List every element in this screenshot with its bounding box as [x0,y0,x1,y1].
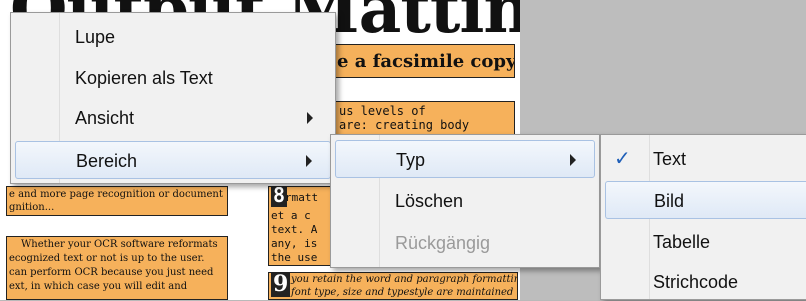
doc-text: text. A [271,223,318,236]
doc-text: us levels of [339,104,426,118]
highlight-region: e a facsimile copy of [330,44,515,78]
submenu-arrow-icon [570,154,576,166]
menu-item-label: Rückgängig [395,233,491,253]
doc-text: et a c [271,209,311,222]
doc-text: ecognized text or not is up to the user. [9,253,205,264]
menu-item-rueckgaengig[interactable]: Rückgängig [335,224,595,262]
doc-text: font type, size and typestyle are mainta… [291,287,514,298]
doc-text: rmatt [285,191,319,204]
menu-item-label: Ansicht [75,108,135,128]
submenu-arrow-icon [307,112,313,124]
menu-item-text[interactable]: ✓ Text [605,140,806,178]
submenu-arrow-icon [306,155,312,167]
menu-item-label: Kopieren als Text [75,68,213,88]
menu-item-bild[interactable]: Bild [605,181,806,219]
doc-text: the use [271,251,318,264]
submenu-typ: ✓ Text Bild Tabelle Strichcode [600,134,806,300]
menu-item-label: Bereich [76,151,138,171]
doc-text: e a facsimile copy of [337,51,515,72]
menu-item-label: Lupe [75,27,116,47]
menu-item-label: Typ [396,150,426,170]
doc-text: Whether your OCR software reformats [21,239,218,250]
menu-item-label: Löschen [395,191,464,211]
highlight-region: 9 you retain the word and paragraph form… [268,272,518,300]
menu-item-label: Bild [654,191,685,211]
menu-item-strichcode[interactable]: Strichcode [605,263,806,301]
menu-item-lupe[interactable]: Lupe [15,18,331,56]
highlight-region: 8 rmatt et a c text. A any, is the use [268,186,334,266]
menu-item-ansicht[interactable]: Ansicht [15,99,331,137]
doc-text: ext, in which case you will edit and [9,281,188,292]
context-menu: Lupe Kopieren als Text Ansicht Bereich [10,12,336,184]
highlight-region: Whether your OCR software reformats ecog… [6,236,228,300]
menu-item-typ[interactable]: Typ [335,140,595,178]
menu-item-loeschen[interactable]: Löschen [335,182,595,220]
doc-text: you retain the word and paragraph format… [291,274,518,285]
highlight-region: us levels of are: creating body [330,101,515,137]
checkmark-icon: ✓ [614,146,631,170]
submenu-bereich: Typ Löschen Rückgängig [330,134,600,268]
highlight-region: e and more page recognition or document … [6,186,228,216]
doc-text: gnition... [9,202,55,213]
menu-item-kopieren-als-text[interactable]: Kopieren als Text [15,59,331,97]
doc-text: are: creating body [339,118,470,132]
menu-item-label: Text [653,149,687,169]
menu-item-label: Strichcode [653,272,739,292]
menu-item-bereich[interactable]: Bereich [15,141,331,179]
menu-item-label: Tabelle [653,232,711,252]
doc-text: e and more page recognition or document [9,189,223,200]
doc-text: can perform OCR because you just need [9,267,214,278]
doc-text: any, is [271,237,318,250]
badge-number: 9 [271,272,291,297]
menu-item-tabelle[interactable]: Tabelle [605,223,806,261]
